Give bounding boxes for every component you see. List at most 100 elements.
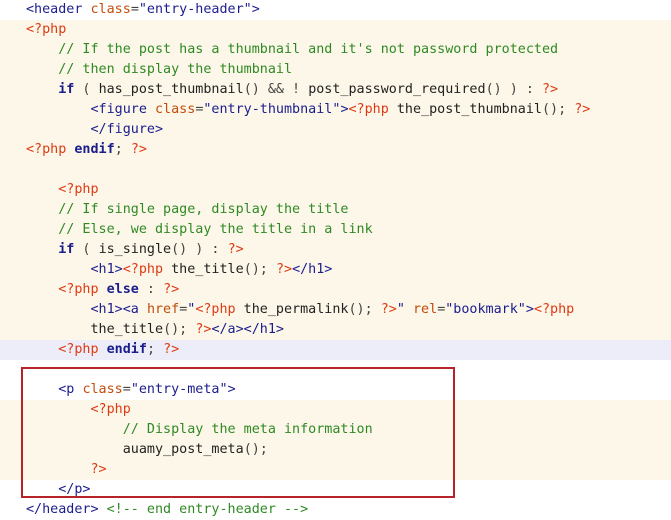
code-token: > bbox=[340, 102, 349, 117]
code-line: <p class="entry-meta"> bbox=[0, 380, 671, 400]
code-token: (); bbox=[348, 302, 381, 317]
code-token: > bbox=[227, 382, 236, 397]
code-line: // If the post has a thumbnail and it's … bbox=[0, 40, 671, 60]
code-line: <header class="entry-header"> bbox=[0, 0, 671, 20]
code-token: has_post_thumbnail bbox=[98, 82, 244, 97]
code-token: "entry-meta" bbox=[130, 382, 228, 397]
code-token: // Else, we display the title in a link bbox=[58, 222, 373, 237]
code-token: (); bbox=[243, 442, 268, 457]
code-token: ?> bbox=[275, 262, 293, 277]
code-line: <?php else : ?> bbox=[0, 280, 671, 300]
code-token: ?> bbox=[195, 322, 212, 337]
code-token: () ) : bbox=[171, 242, 228, 257]
code-token: <?php bbox=[58, 342, 107, 357]
code-token: // If the post has a thumbnail and it's … bbox=[58, 42, 559, 57]
code-token: > bbox=[525, 302, 534, 317]
code-token: ?> bbox=[163, 282, 180, 297]
code-token: <?php bbox=[195, 302, 236, 317]
code-token: <?php bbox=[90, 402, 131, 417]
code-token: the_title bbox=[90, 322, 164, 337]
code-token: // then display the thumbnail bbox=[58, 62, 293, 77]
code-token: <?php bbox=[26, 22, 67, 37]
code-token: </figure> bbox=[90, 122, 164, 137]
code-line: <figure class="entry-thumbnail"><?php th… bbox=[0, 100, 671, 120]
code-token: : bbox=[138, 282, 164, 297]
code-token: </p> bbox=[58, 482, 91, 497]
code-line bbox=[0, 160, 671, 180]
code-token: "entry-thumbnail" bbox=[203, 102, 341, 117]
code-line: <?php bbox=[0, 180, 671, 200]
code-token: ?> bbox=[227, 242, 244, 257]
code-token: ?> bbox=[380, 302, 397, 317]
code-token: the_post_thumbnail bbox=[388, 102, 542, 117]
code-token: <?php bbox=[58, 282, 107, 297]
code-token: <?php bbox=[348, 102, 389, 117]
code-token: post_password_required bbox=[308, 82, 486, 97]
code-line: if ( has_post_thumbnail() && ! post_pass… bbox=[0, 80, 671, 100]
code-token: > bbox=[251, 2, 260, 17]
code-token: (); bbox=[542, 102, 575, 117]
code-token: <?php bbox=[533, 302, 575, 317]
code-line: <?php bbox=[0, 20, 671, 40]
code-token: if bbox=[58, 82, 75, 97]
code-token: class bbox=[90, 2, 131, 17]
code-editor[interactable]: <header class="entry-header"> <?php // If… bbox=[0, 0, 671, 520]
code-token: () ) : bbox=[485, 82, 542, 97]
code-token: = bbox=[122, 382, 131, 397]
code-token: <h1> bbox=[90, 262, 123, 277]
code-line: auamy_post_meta(); bbox=[0, 440, 671, 460]
code-token: ?> bbox=[130, 142, 147, 157]
code-token: </header> bbox=[26, 502, 99, 517]
code-token: <header bbox=[26, 2, 91, 17]
code-line bbox=[0, 360, 671, 380]
code-line: </figure> bbox=[0, 120, 671, 140]
code-line: <?php endif; ?> bbox=[0, 340, 671, 360]
code-token: </a></h1> bbox=[211, 322, 284, 337]
code-token: <p bbox=[58, 382, 83, 397]
code-token: "entry-header" bbox=[138, 2, 252, 17]
code-token: // Display the meta information bbox=[122, 422, 373, 437]
code-token: ( bbox=[74, 242, 99, 257]
code-token: (); bbox=[163, 322, 196, 337]
code-line: <?php endif; ?> bbox=[0, 140, 671, 160]
code-token: rel bbox=[413, 302, 438, 317]
code-token: <figure bbox=[90, 102, 155, 117]
code-token: </h1> bbox=[292, 262, 333, 277]
code-token: "bookmark" bbox=[445, 302, 526, 317]
code-line: <h1><a href="<?php the_permalink(); ?>" … bbox=[0, 300, 671, 320]
code-token: ?> bbox=[574, 102, 591, 117]
code-token: the_permalink bbox=[235, 302, 349, 317]
code-token: the_title bbox=[163, 262, 244, 277]
code-token: // If single page, display the title bbox=[58, 202, 349, 217]
code-token: ?> bbox=[542, 82, 559, 97]
code-line: ?> bbox=[0, 460, 671, 480]
code-token: <h1><a bbox=[90, 302, 147, 317]
code-token: if bbox=[58, 242, 75, 257]
code-token: ?> bbox=[90, 462, 107, 477]
code-line: if ( is_single() ) : ?> bbox=[0, 240, 671, 260]
code-line: the_title(); ?></a></h1> bbox=[0, 320, 671, 340]
code-token: <?php bbox=[122, 262, 164, 277]
code-token: auamy_post_meta bbox=[122, 442, 244, 457]
code-token: <!-- end entry-header --> bbox=[98, 502, 309, 517]
code-token: " bbox=[396, 302, 413, 317]
code-token: <?php bbox=[26, 142, 75, 157]
code-line: </header> <!-- end entry-header --> bbox=[0, 500, 671, 520]
